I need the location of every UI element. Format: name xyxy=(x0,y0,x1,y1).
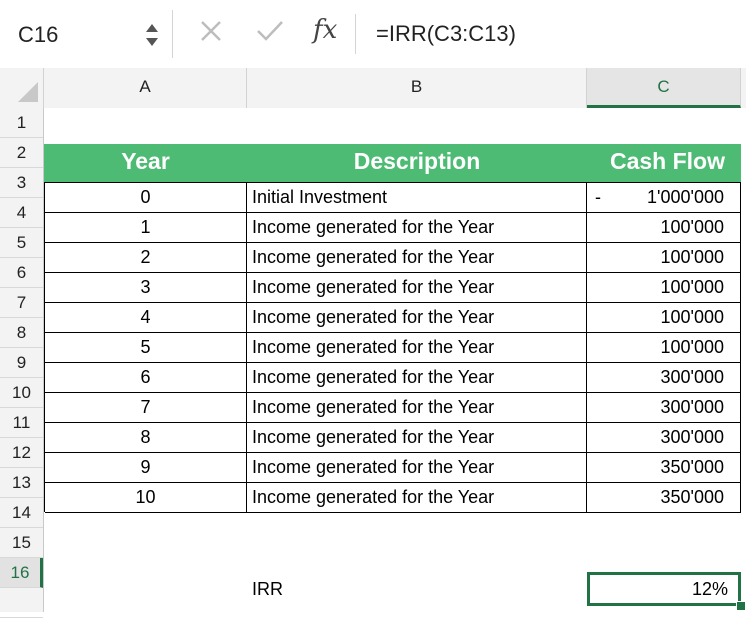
row-header-5[interactable]: 5 xyxy=(0,228,43,258)
row-header-8[interactable]: 8 xyxy=(0,318,43,348)
spreadsheet-grid: Year Description Cash Flow 0 Initial Inve… xyxy=(44,108,746,612)
year-cell[interactable]: 7 xyxy=(45,393,247,423)
irr-label[interactable]: IRR xyxy=(247,574,587,604)
header-year[interactable]: Year xyxy=(44,144,247,182)
negative-sign: - xyxy=(595,187,601,207)
header-cash-flow[interactable]: Cash Flow xyxy=(587,144,741,182)
year-cell[interactable]: 9 xyxy=(45,453,247,483)
description-cell[interactable]: Initial Investment xyxy=(247,183,587,213)
cash-flow-cell[interactable]: 350'000 xyxy=(587,453,741,483)
insert-function-fx-icon[interactable]: fx xyxy=(313,15,337,45)
description-cell[interactable]: Income generated for the Year xyxy=(247,213,587,243)
year-cell[interactable]: 3 xyxy=(45,273,247,303)
row-header-4[interactable]: 4 xyxy=(0,198,43,228)
name-box-value[interactable]: C16 xyxy=(18,22,58,48)
year-cell[interactable]: 2 xyxy=(45,243,247,273)
row-header-16[interactable]: 16 xyxy=(0,558,43,588)
row-header-13[interactable]: 13 xyxy=(0,468,43,498)
year-cell[interactable]: 6 xyxy=(45,363,247,393)
description-cell[interactable]: Income generated for the Year xyxy=(247,393,587,423)
cash-flow-cell[interactable]: 100'000 xyxy=(587,303,741,333)
cash-flow-cell[interactable]: 300'000 xyxy=(587,423,741,453)
row-header-9[interactable]: 9 xyxy=(0,348,43,378)
row-header-12[interactable]: 12 xyxy=(0,438,43,468)
row-header-1[interactable]: 1 xyxy=(0,108,43,138)
year-cell[interactable]: 0 xyxy=(45,183,247,213)
year-cell[interactable]: 8 xyxy=(45,423,247,453)
row-header-15[interactable]: 15 xyxy=(0,528,43,558)
name-box[interactable]: C16 xyxy=(0,10,173,58)
column-header-a[interactable]: A xyxy=(44,68,247,108)
cash-flow-cell[interactable]: 100'000 xyxy=(587,243,741,273)
description-cell[interactable]: Income generated for the Year xyxy=(247,453,587,483)
description-cell[interactable]: Income generated for the Year xyxy=(247,423,587,453)
row-header-bar: 1 2 3 4 5 6 7 8 9 10 11 12 13 14 15 16 xyxy=(0,108,44,618)
row-header-3[interactable]: 3 xyxy=(0,168,43,198)
year-cell[interactable]: 10 xyxy=(45,483,247,513)
row-header-10[interactable]: 10 xyxy=(0,378,43,408)
formula-input[interactable]: =IRR(C3:C13) xyxy=(376,21,516,47)
row-header-7[interactable]: 7 xyxy=(0,288,43,318)
cash-flow-cell[interactable]: 100'000 xyxy=(587,213,741,243)
header-description[interactable]: Description xyxy=(247,144,587,182)
column-header-bar: A B C xyxy=(0,68,746,109)
cash-flow-cell[interactable]: 1'000'000 xyxy=(587,183,741,213)
description-cell[interactable]: Income generated for the Year xyxy=(247,273,587,303)
description-cell[interactable]: Income generated for the Year xyxy=(247,333,587,363)
description-cell[interactable]: Income generated for the Year xyxy=(247,303,587,333)
description-cell[interactable]: Income generated for the Year xyxy=(247,363,587,393)
description-cell[interactable]: Income generated for the Year xyxy=(247,243,587,273)
description-cell[interactable]: Income generated for the Year xyxy=(247,483,587,513)
row-header-14[interactable]: 14 xyxy=(0,498,43,528)
year-cell[interactable]: 4 xyxy=(45,303,247,333)
row-header-2[interactable]: 2 xyxy=(0,138,43,168)
cash-flow-cell[interactable]: 100'000 xyxy=(587,273,741,303)
formula-bar: C16 fx =IRR(C3:C13) xyxy=(0,0,746,69)
cash-flow-cell[interactable]: 350'000 xyxy=(587,483,741,513)
cash-flow-cell[interactable]: 300'000 xyxy=(587,363,741,393)
year-cell[interactable]: 1 xyxy=(45,213,247,243)
cancel-icon[interactable] xyxy=(198,18,224,49)
name-box-dropdown-icon[interactable] xyxy=(144,22,160,48)
confirm-check-icon[interactable] xyxy=(255,18,285,49)
select-all-corner[interactable] xyxy=(0,68,44,108)
formula-bar-divider xyxy=(355,14,356,54)
cash-flow-cell[interactable]: 100'000 xyxy=(587,333,741,363)
column-header-b[interactable]: B xyxy=(247,68,587,108)
irr-value-cell[interactable]: 12% xyxy=(587,572,741,606)
fill-handle[interactable] xyxy=(736,601,746,611)
row-header-11[interactable]: 11 xyxy=(0,408,43,438)
row-header-17[interactable] xyxy=(0,588,43,618)
cash-flow-cell[interactable]: 300'000 xyxy=(587,393,741,423)
column-header-c[interactable]: C xyxy=(587,68,741,108)
row-header-6[interactable]: 6 xyxy=(0,258,43,288)
year-cell[interactable]: 5 xyxy=(45,333,247,363)
